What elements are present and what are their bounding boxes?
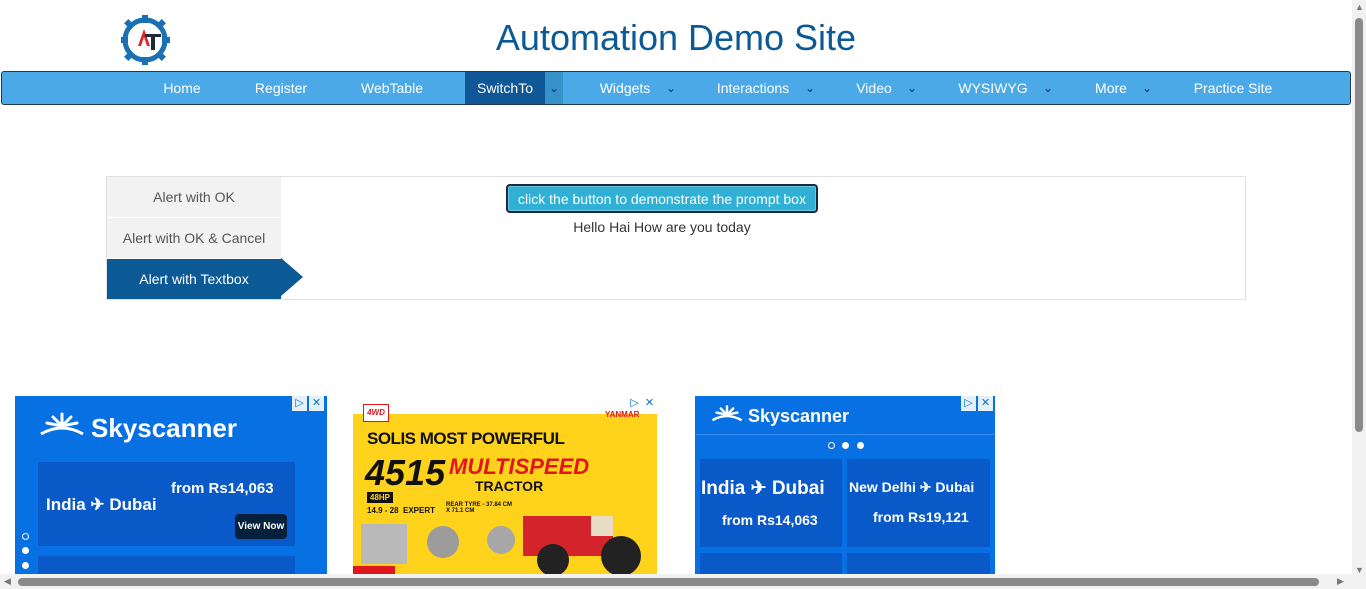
ad-tyre-spec: REAR TYRE - 37.84 CM X 71.1 CM <box>446 502 513 514</box>
ad-expert-spec: EXPERT <box>403 506 436 515</box>
nav-interactions[interactable]: Interactions <box>704 72 802 104</box>
ad-4wd-badge: 4WD <box>363 404 389 422</box>
ad-tractor[interactable]: 4WD YANMAR ▷ ✕ SOLIS MOST POWERFUL 4515 … <box>353 396 657 574</box>
deal-card[interactable]: India ✈ Dubai from Rs14,063 View Now <box>38 462 295 546</box>
deal-card[interactable]: New Delhi ✈ Dubai from Rs19,121 <box>847 459 990 547</box>
skyscanner-brand: Skyscanner <box>91 413 237 443</box>
deal-route: India ✈ Dubai <box>701 478 825 499</box>
nav-widgets-chevron-down-icon[interactable]: ⌄ <box>662 72 680 104</box>
skyscanner-sun-icon <box>711 405 743 422</box>
page: { "header": { "title": "Automation Demo … <box>0 0 1366 589</box>
nav-switchto[interactable]: SwitchTo <box>465 72 545 104</box>
scroll-right-icon[interactable]: ▶ <box>1337 577 1344 586</box>
tractor-illustration-icon <box>353 516 641 574</box>
nav-webtable[interactable]: WebTable <box>348 72 436 104</box>
adchoices-icon[interactable]: ▷ <box>627 396 642 411</box>
nav-wysiwyg[interactable]: WYSIWYG <box>946 72 1040 104</box>
ad-product: TRACTOR <box>475 478 544 494</box>
nav-practice-site[interactable]: Practice Site <box>1178 72 1288 104</box>
carousel-dot[interactable] <box>22 562 29 569</box>
nav-register[interactable]: Register <box>242 72 320 104</box>
nav-interactions-chevron-down-icon[interactable]: ⌄ <box>801 72 819 104</box>
deal-card-next[interactable] <box>700 553 842 574</box>
ad-close-icon[interactable]: ✕ <box>642 396 657 411</box>
ad-variant: MULTISPEED <box>449 454 590 479</box>
tab-alert-with-ok[interactable]: Alert with OK <box>107 177 281 217</box>
vertical-scroll-thumb[interactable] <box>1355 18 1363 432</box>
scroll-up-icon[interactable]: ▲ <box>1355 3 1364 12</box>
main-navbar: Home Register WebTable SwitchTo ⌄ Widget… <box>1 71 1351 105</box>
view-now-button[interactable]: View Now <box>235 514 287 539</box>
prompt-box-button[interactable]: click the button to demonstrate the prom… <box>506 184 818 213</box>
carousel-dot[interactable] <box>828 442 835 449</box>
skyscanner-sun-icon <box>40 412 84 436</box>
tab-alert-with-textbox[interactable]: Alert with Textbox <box>107 259 281 299</box>
ad-range-spec: 14.9 - 28 <box>367 506 399 515</box>
deal-card[interactable]: India ✈ Dubai from Rs14,063 <box>700 459 842 547</box>
tab-alert-with-ok-cancel[interactable]: Alert with OK & Cancel <box>107 218 281 258</box>
vertical-scrollbar[interactable]: ▲ ▼ <box>1352 0 1366 589</box>
nav-video-chevron-down-icon[interactable]: ⌄ <box>903 72 921 104</box>
ad-skyscanner-right[interactable]: ▷ ✕ Skyscanner India ✈ Dubai from Rs14,0… <box>695 396 995 574</box>
carousel-dot[interactable] <box>22 547 29 554</box>
active-tab-arrow <box>281 258 303 296</box>
ad-close-icon[interactable]: ✕ <box>309 396 324 411</box>
carousel-dot[interactable] <box>857 442 864 449</box>
prompt-result-text: Hello Hai How are you today <box>573 219 751 235</box>
ad-close-icon[interactable]: ✕ <box>978 396 993 411</box>
ad-model-number: 4515 <box>365 452 446 493</box>
ad-hp-spec: 48HP <box>367 492 394 503</box>
skyscanner-brand: Skyscanner <box>748 406 850 426</box>
deal-route: India ✈ Dubai <box>46 495 157 514</box>
yanmar-logo: YANMAR <box>605 410 640 419</box>
deal-price: from Rs19,121 <box>873 509 969 525</box>
nav-switchto-chevron-down-icon[interactable]: ⌄ <box>545 72 563 104</box>
scroll-down-icon[interactable]: ▼ <box>1355 566 1364 575</box>
deal-price: from Rs14,063 <box>171 480 274 497</box>
deal-route: New Delhi ✈ Dubai <box>849 479 975 495</box>
horizontal-scrollbar[interactable]: ◀ ▶ <box>0 574 1352 589</box>
divider <box>695 434 995 435</box>
page-title: Automation Demo Site <box>495 17 857 58</box>
nav-more-chevron-down-icon[interactable]: ⌄ <box>1138 72 1156 104</box>
carousel-dot[interactable] <box>22 533 29 540</box>
nav-widgets[interactable]: Widgets <box>586 72 664 104</box>
horizontal-scroll-thumb[interactable] <box>18 578 1319 586</box>
adchoices-icon[interactable]: ▷ <box>961 396 976 411</box>
ad-skyscanner-left[interactable]: ▷ ✕ Skyscanner India ✈ Dubai from Rs14,0… <box>15 396 327 574</box>
deal-price: from Rs14,063 <box>722 512 818 528</box>
ad-headline: SOLIS MOST POWERFUL <box>367 429 565 448</box>
adchoices-icon[interactable]: ▷ <box>292 396 307 411</box>
deal-card-next[interactable] <box>38 556 295 574</box>
nav-wysiwyg-chevron-down-icon[interactable]: ⌄ <box>1039 72 1057 104</box>
nav-video[interactable]: Video <box>844 72 904 104</box>
carousel-dot[interactable] <box>842 442 849 449</box>
nav-home[interactable]: Home <box>150 72 214 104</box>
deal-card-next[interactable] <box>847 553 990 574</box>
nav-more[interactable]: More <box>1082 72 1140 104</box>
scroll-left-icon[interactable]: ◀ <box>4 577 11 586</box>
